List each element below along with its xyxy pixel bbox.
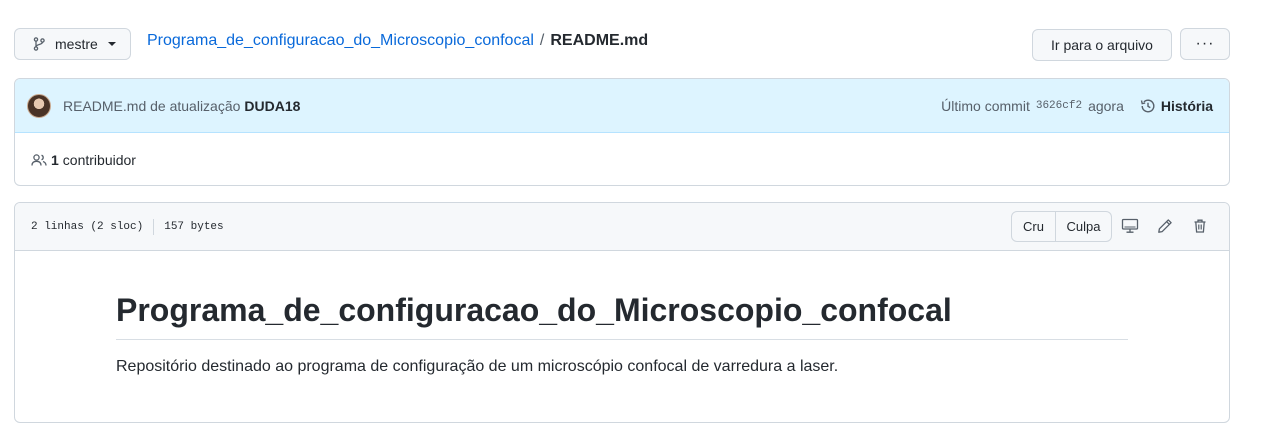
contributors-row[interactable]: 1 contribuidor bbox=[15, 133, 1229, 185]
commit-box: README.md de atualização DUDA18 Último c… bbox=[14, 78, 1230, 186]
commit-meta: Último commit 3626cf2 agora História bbox=[941, 79, 1213, 133]
commit-sha[interactable]: 3626cf2 bbox=[1036, 100, 1082, 112]
history-label: História bbox=[1160, 98, 1213, 114]
latest-commit-bar: README.md de atualização DUDA18 Último c… bbox=[15, 79, 1229, 133]
branch-name: mestre bbox=[55, 36, 98, 52]
last-commit-label: Último commit bbox=[941, 98, 1030, 114]
file-viewer: 2 linhas (2 sloc) 157 bytes Cru Culpa Pr… bbox=[14, 202, 1230, 423]
file-size: 157 bytes bbox=[164, 220, 224, 233]
avatar[interactable] bbox=[27, 93, 51, 118]
readme-content: Programa_de_configuracao_do_Microscopio_… bbox=[15, 251, 1229, 376]
blame-button[interactable]: Culpa bbox=[1056, 211, 1112, 242]
more-options-button[interactable]: ··· bbox=[1180, 28, 1230, 60]
people-icon bbox=[31, 152, 47, 168]
breadcrumb-file-name: README.md bbox=[550, 32, 649, 49]
raw-blame-group: Cru Culpa bbox=[1011, 211, 1112, 242]
history-icon bbox=[1140, 98, 1156, 114]
go-to-file-button[interactable]: Ir para o arquivo bbox=[1032, 29, 1172, 61]
desktop-icon[interactable] bbox=[1120, 216, 1140, 236]
history-link[interactable]: História bbox=[1140, 98, 1213, 114]
chevron-down-icon bbox=[107, 42, 116, 46]
commit-message[interactable]: README.md de atualização bbox=[63, 98, 240, 114]
contributor-count: 1 bbox=[51, 151, 59, 168]
pencil-icon[interactable] bbox=[1155, 216, 1175, 236]
breadcrumb: Programa_de_configuracao_do_Microscopio_… bbox=[147, 32, 648, 50]
git-branch-icon bbox=[31, 36, 47, 52]
file-line-count: 2 linhas (2 sloc) bbox=[31, 220, 144, 233]
raw-button[interactable]: Cru bbox=[1011, 211, 1056, 242]
contributor-label: contribuidor bbox=[62, 151, 136, 168]
trash-icon[interactable] bbox=[1190, 216, 1210, 236]
branch-selector-button[interactable]: mestre bbox=[14, 28, 131, 60]
breadcrumb-repo-link[interactable]: Programa_de_configuracao_do_Microscopio_… bbox=[147, 32, 534, 50]
readme-paragraph: Repositório destinado ao programa de con… bbox=[116, 358, 839, 376]
file-header: 2 linhas (2 sloc) 157 bytes Cru Culpa bbox=[15, 203, 1229, 251]
breadcrumb-separator: / bbox=[539, 32, 545, 49]
commit-author[interactable]: DUDA18 bbox=[244, 98, 300, 114]
file-info-divider bbox=[153, 218, 155, 235]
commit-time: agora bbox=[1088, 98, 1124, 114]
readme-heading: Programa_de_configuracao_do_Microscopio_… bbox=[116, 291, 1128, 341]
